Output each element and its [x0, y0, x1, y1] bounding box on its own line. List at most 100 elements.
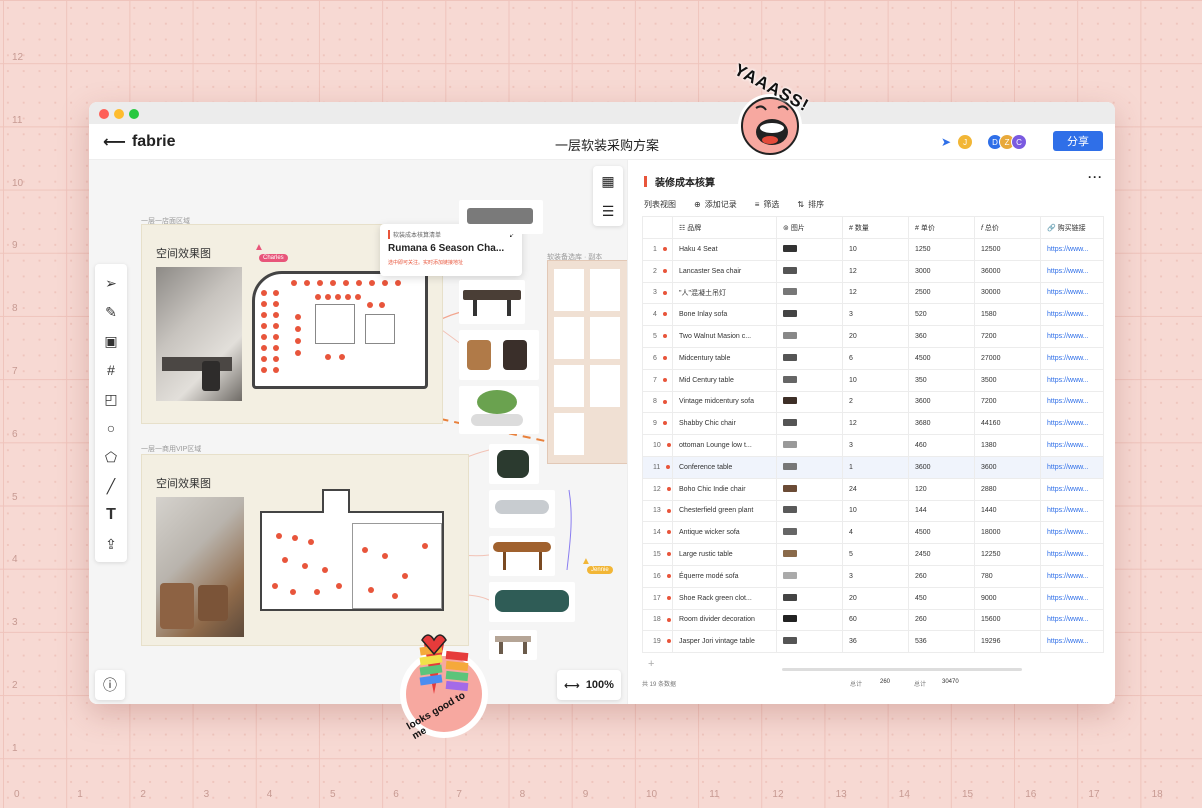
- share-button[interactable]: 分享: [1053, 131, 1103, 151]
- product-thumbnail[interactable]: [783, 310, 797, 318]
- sort-button[interactable]: ⇅ 排序: [797, 199, 824, 210]
- product-thumbnail[interactable]: [783, 528, 797, 536]
- furniture-armchair[interactable]: [489, 444, 539, 484]
- product-thumbnail[interactable]: [783, 288, 797, 296]
- product-thumbnail[interactable]: [783, 332, 797, 340]
- table-row[interactable]: 3 "人"混凝土吊灯 12 2500 30000 https://www...: [642, 281, 1104, 305]
- line-tool-icon[interactable]: ╱: [102, 477, 120, 495]
- table-row[interactable]: 19 Jasper Jori vintage table 36 536 19296 htt…: [642, 630, 1104, 654]
- product-thumbnail[interactable]: [783, 615, 797, 623]
- back-arrow-icon[interactable]: ⟵: [103, 132, 126, 152]
- cell-link[interactable]: https://www...: [1040, 281, 1104, 305]
- cell-link[interactable]: https://www...: [1040, 499, 1104, 523]
- more-options-icon[interactable]: ···: [1088, 170, 1103, 184]
- furniture-planter[interactable]: [459, 386, 539, 434]
- product-thumbnail[interactable]: [783, 593, 797, 601]
- table-row[interactable]: 1 Haku 4 Seat 10 1250 12500 https://www...: [642, 238, 1104, 261]
- product-thumbnail[interactable]: [783, 244, 797, 252]
- cell-link[interactable]: https://www...: [1040, 564, 1104, 588]
- pen-tool-icon[interactable]: ✎: [102, 303, 120, 321]
- table-row[interactable]: 10 ottoman Lounge low t... 3 460 1380 https:/…: [642, 434, 1104, 457]
- table-row[interactable]: 12 Boho Chic Indie chair 24 120 2880 https://…: [642, 477, 1104, 501]
- cell-link[interactable]: https://www...: [1040, 543, 1104, 566]
- table-row[interactable]: 4 Bone Inlay sofa 3 520 1580 https://www...: [642, 303, 1104, 327]
- brand[interactable]: ⟵ fabrie: [103, 132, 176, 152]
- table-row[interactable]: 9 Shabby Chic chair 12 3680 44160 https://www…: [642, 412, 1104, 436]
- frame-tool-icon[interactable]: ▣: [102, 332, 120, 350]
- table-row[interactable]: 7 Mid Century table 10 350 3500 https://www..…: [642, 368, 1104, 392]
- horizontal-scrollbar[interactable]: [782, 668, 1022, 671]
- cell-link[interactable]: https://www...: [1040, 608, 1104, 632]
- product-thumbnail[interactable]: [783, 637, 797, 645]
- circle-tool-icon[interactable]: ○: [102, 419, 120, 437]
- furniture-table[interactable]: [459, 280, 525, 324]
- add-row-icon[interactable]: +: [648, 658, 654, 670]
- table-row[interactable]: 14 Antique wicker sofa 4 4500 18000 https://w…: [642, 521, 1104, 545]
- board-vip-area[interactable]: 空间效果图: [141, 454, 469, 646]
- table-row[interactable]: 8 Vintage midcentury sofa 2 3600 7200 https:/…: [642, 390, 1104, 414]
- select-tool-icon[interactable]: ➢: [102, 274, 120, 292]
- cell-link[interactable]: https://www...: [1040, 521, 1104, 545]
- product-thumbnail[interactable]: [783, 441, 797, 449]
- info-icon[interactable]: ⓘ: [95, 670, 125, 700]
- product-thumbnail[interactable]: [783, 419, 797, 427]
- room-photo[interactable]: [156, 267, 242, 401]
- cell-link[interactable]: https://www...: [1040, 325, 1104, 348]
- table-row[interactable]: 17 Shoe Rack green clot... 20 450 9000 https:…: [642, 586, 1104, 610]
- sticky-note-icon[interactable]: ◰: [102, 390, 120, 408]
- avatar[interactable]: J: [957, 134, 974, 150]
- cell-link[interactable]: https://www...: [1040, 434, 1104, 457]
- add-list-icon[interactable]: ☰: [602, 203, 615, 220]
- furniture-desk[interactable]: [489, 536, 555, 576]
- table-row[interactable]: 15 Large rustic table 5 2450 12250 https://ww…: [642, 543, 1104, 566]
- table-row[interactable]: 2 Lancaster Sea chair 12 3000 36000 https://w…: [642, 259, 1104, 283]
- cell-link[interactable]: https://www...: [1040, 586, 1104, 610]
- cell-link[interactable]: https://www...: [1040, 390, 1104, 414]
- text-tool-icon[interactable]: T: [102, 506, 120, 524]
- fit-width-icon[interactable]: ⟷: [564, 679, 580, 692]
- crop-tool-icon[interactable]: #: [102, 361, 120, 379]
- product-thumbnail[interactable]: [783, 462, 797, 470]
- product-thumbnail[interactable]: [783, 550, 797, 558]
- header-price[interactable]: # 单价: [908, 216, 975, 239]
- zoom-control[interactable]: ⟷ 100%: [557, 670, 621, 700]
- header-image[interactable]: ⊚ 图片: [776, 216, 843, 239]
- cell-link[interactable]: https://www...: [1040, 630, 1104, 654]
- cell-link[interactable]: https://www...: [1040, 238, 1104, 261]
- furniture-sofa[interactable]: [459, 200, 543, 234]
- cell-link[interactable]: https://www...: [1040, 259, 1104, 283]
- header-link[interactable]: 🔗 购买链接: [1040, 216, 1104, 239]
- table-row[interactable]: 18 Room divider decoration 60 260 15600 https…: [642, 608, 1104, 632]
- table-view-icon[interactable]: ▦: [601, 173, 614, 190]
- floor-plan[interactable]: [252, 271, 428, 389]
- table-row[interactable]: 6 Midcentury table 6 4500 27000 https://www..…: [642, 346, 1104, 370]
- cell-link[interactable]: https://www...: [1040, 477, 1104, 501]
- product-thumbnail[interactable]: [783, 506, 797, 514]
- whiteboard-canvas[interactable]: 一层一店面区域 空间效果图 一层一商用VIP区域 空间效果图 软装成本核算清单 …: [89, 160, 629, 704]
- table-row[interactable]: 11 Conference table 1 3600 3600 https://www..…: [642, 455, 1104, 479]
- upload-icon[interactable]: ⇪: [102, 535, 120, 553]
- table-row[interactable]: 13 Chesterfield green plant 10 144 1440 https…: [642, 499, 1104, 523]
- header-qty[interactable]: # 数量: [842, 216, 909, 239]
- product-thumbnail[interactable]: [783, 266, 797, 274]
- header-brand[interactable]: ☷ 品牌: [672, 216, 777, 239]
- table-row[interactable]: 5 Two Walnut Masion c... 20 360 7200 https://…: [642, 325, 1104, 348]
- product-thumbnail[interactable]: [783, 375, 797, 383]
- maximize-window-button[interactable]: [129, 109, 139, 119]
- header-total[interactable]: f 总价: [974, 216, 1041, 239]
- furniture-curved-sofa[interactable]: [489, 490, 555, 528]
- cell-link[interactable]: https://www...: [1040, 455, 1104, 479]
- cell-link[interactable]: https://www...: [1040, 303, 1104, 327]
- room-photo[interactable]: [156, 497, 244, 637]
- document-title[interactable]: 一层软装采购方案: [555, 135, 659, 154]
- close-window-button[interactable]: [99, 109, 109, 119]
- cell-link[interactable]: https://www...: [1040, 412, 1104, 436]
- furniture-chairs[interactable]: [459, 330, 539, 380]
- avatar[interactable]: C: [1011, 134, 1028, 150]
- filter-button[interactable]: ≡ 筛选: [755, 199, 780, 210]
- list-view-button[interactable]: 列表视图: [644, 199, 676, 210]
- minimize-window-button[interactable]: [114, 109, 124, 119]
- cell-link[interactable]: https://www...: [1040, 346, 1104, 370]
- add-record-button[interactable]: ⊕ 添加记录: [694, 199, 737, 210]
- selection-collection[interactable]: [547, 260, 629, 464]
